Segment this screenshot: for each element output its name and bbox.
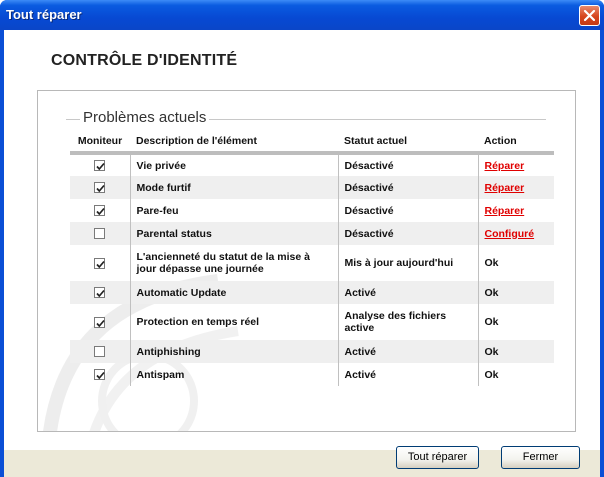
repair-all-button[interactable]: Tout réparer <box>396 446 479 469</box>
status-cell: Activé <box>338 340 479 363</box>
action-cell: Réparer <box>478 199 554 222</box>
table-row: Vie privée Désactivé Réparer <box>70 153 554 176</box>
table-row: Protection en temps réel Analyse des fich… <box>70 304 554 340</box>
status-cell: Activé <box>338 363 479 386</box>
action-link[interactable]: Réparer <box>485 182 525 194</box>
action-link[interactable]: Réparer <box>485 160 525 172</box>
description-cell: Protection en temps réel <box>130 304 339 340</box>
action-status: Ok <box>484 345 499 358</box>
monitor-checkbox[interactable] <box>94 287 106 299</box>
status-cell: Désactivé <box>338 222 479 245</box>
action-cell: Ok <box>478 304 554 340</box>
monitor-cell <box>70 363 131 386</box>
action-status: Ok <box>484 316 499 328</box>
dialog-body: CONTRÔLE D'IDENTITÉ Problèmes actuels Mo… <box>4 30 600 477</box>
status-cell: Activé <box>338 281 479 304</box>
status-cell: Désactivé <box>338 176 479 199</box>
column-header-description: Description de l'élément <box>130 131 338 155</box>
app-window: Tout réparer CONTRÔLE D'IDENTITÉ Problèm… <box>0 0 604 477</box>
table-row: Automatic Update Activé Ok <box>70 281 554 304</box>
checkmark-icon <box>96 163 105 171</box>
checkmark-icon <box>96 260 105 268</box>
action-status: Ok <box>484 286 499 299</box>
monitor-cell <box>70 176 131 199</box>
content-area: CONTRÔLE D'IDENTITÉ Problèmes actuels Mo… <box>4 30 600 450</box>
table-row: Antiphishing Activé Ok <box>70 340 554 363</box>
monitor-checkbox[interactable] <box>94 316 106 328</box>
description-cell: L'ancienneté du statut de la mise à jour… <box>130 245 339 281</box>
action-cell: Ok <box>478 340 554 363</box>
description-cell: Mode furtif <box>130 176 339 199</box>
action-cell: Ok <box>478 363 554 386</box>
description-cell: Antispam <box>130 363 339 386</box>
column-header-status: Statut actuel <box>338 131 478 155</box>
checkmark-icon <box>96 208 105 216</box>
monitor-cell <box>70 222 131 245</box>
monitor-checkbox[interactable] <box>94 205 106 217</box>
status-cell: Désactivé <box>338 153 479 176</box>
description-cell: Parental status <box>130 222 339 245</box>
monitor-cell <box>70 245 131 281</box>
close-icon <box>583 9 596 22</box>
problems-panel: Problèmes actuels Moniteur Description d… <box>37 90 576 432</box>
monitor-checkbox[interactable] <box>94 160 106 172</box>
monitor-cell <box>70 304 131 340</box>
monitor-cell <box>70 199 131 222</box>
close-button[interactable]: Fermer <box>501 446 580 469</box>
checkmark-icon <box>96 319 105 327</box>
monitor-cell <box>70 153 131 176</box>
table-row: Parental status Désactivé Configuré <box>70 222 554 245</box>
problems-table-body: Vie privée Désactivé Réparer Mode furtif Dés… <box>70 153 554 386</box>
action-cell: Ok <box>478 245 554 281</box>
table-row: Mode furtif Désactivé Réparer <box>70 176 554 199</box>
section-title: Problèmes actuels <box>80 109 210 126</box>
action-cell: Réparer <box>478 153 554 176</box>
action-cell: Configuré <box>478 222 554 245</box>
monitor-checkbox[interactable] <box>94 257 106 269</box>
checkmark-icon <box>96 290 105 298</box>
action-status: Ok <box>484 368 499 381</box>
action-cell: Réparer <box>478 176 554 199</box>
monitor-checkbox[interactable] <box>94 182 106 194</box>
window-title: Tout réparer <box>6 7 82 22</box>
page-title: CONTRÔLE D'IDENTITÉ <box>51 52 238 69</box>
column-header-action: Action <box>478 131 554 155</box>
description-cell: Pare-feu <box>130 199 339 222</box>
action-cell: Ok <box>478 281 554 304</box>
monitor-cell <box>70 281 131 304</box>
title-bar[interactable]: Tout réparer <box>0 0 604 30</box>
monitor-checkbox[interactable] <box>94 228 106 240</box>
table-row: Pare-feu Désactivé Réparer <box>70 199 554 222</box>
monitor-checkbox[interactable] <box>94 346 106 358</box>
table-row: L'ancienneté du statut de la mise à jour… <box>70 245 554 281</box>
status-cell: Mis à jour aujourd'hui <box>338 245 479 281</box>
monitor-checkbox[interactable] <box>94 369 106 381</box>
description-cell: Antiphishing <box>130 340 339 363</box>
close-window-button[interactable] <box>579 5 600 26</box>
description-cell: Automatic Update <box>130 281 339 304</box>
checkmark-icon <box>96 185 105 193</box>
monitor-cell <box>70 340 131 363</box>
status-cell: Désactivé <box>338 199 479 222</box>
checkmark-icon <box>96 372 105 380</box>
action-link[interactable]: Configuré <box>485 228 535 240</box>
table-row: Antispam Activé Ok <box>70 363 554 386</box>
description-cell: Vie privée <box>130 153 339 176</box>
status-cell: Analyse des fichiers active <box>338 304 479 340</box>
action-status: Ok <box>484 257 499 269</box>
column-header-monitor: Moniteur <box>70 131 130 155</box>
problems-table: Moniteur Description de l'élément Statut… <box>70 131 554 386</box>
action-link[interactable]: Réparer <box>485 205 525 217</box>
